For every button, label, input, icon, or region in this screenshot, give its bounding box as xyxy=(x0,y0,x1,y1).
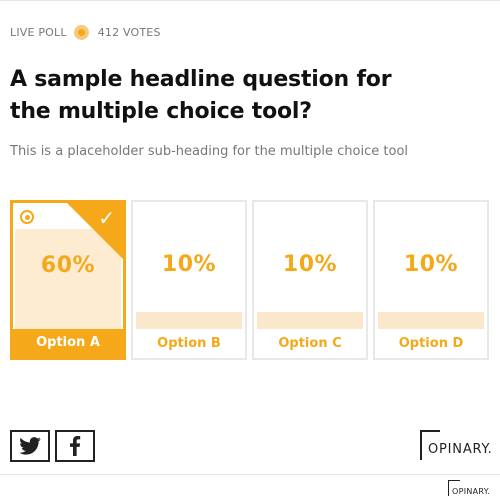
poll-options: ✓ 60% Option A 10% Option B 10% Option C… xyxy=(10,200,490,360)
footer-divider xyxy=(0,474,500,475)
option-card-b[interactable]: 10% Option B xyxy=(131,200,247,360)
result-bar xyxy=(136,312,242,329)
facebook-icon xyxy=(70,436,81,456)
option-label: Option A xyxy=(13,329,123,357)
option-label: Option B xyxy=(157,336,221,351)
logo-text: OPINARY. xyxy=(428,442,493,457)
option-label: Option C xyxy=(278,336,342,351)
twitter-share-button[interactable] xyxy=(10,430,50,462)
poll-status: LIVE POLL 412 VOTES xyxy=(10,24,161,40)
live-indicator-icon xyxy=(73,24,89,40)
result-bar xyxy=(378,312,484,329)
checkmark-icon: ✓ xyxy=(98,206,115,230)
option-percent: 10% xyxy=(282,252,338,277)
footer-logo-text: OPINARY. xyxy=(452,487,491,496)
option-label: Option D xyxy=(398,336,464,351)
option-percent: 10% xyxy=(403,252,459,277)
live-poll-label: LIVE POLL xyxy=(10,25,67,39)
option-percent: 10% xyxy=(161,252,217,277)
opinary-logo: OPINARY. xyxy=(420,430,492,462)
poll-subheading: This is a placeholder sub-heading for th… xyxy=(10,144,409,159)
option-card-c[interactable]: 10% Option C xyxy=(252,200,368,360)
top-divider xyxy=(0,0,500,1)
option-percent: 60% xyxy=(40,253,96,278)
twitter-icon xyxy=(19,437,41,455)
option-card-d[interactable]: 10% Option D xyxy=(373,200,489,360)
radio-selected-icon xyxy=(20,210,34,224)
option-card-a[interactable]: ✓ 60% Option A xyxy=(10,200,126,360)
result-bar xyxy=(257,312,363,329)
footer-opinary-logo[interactable]: OPINARY. xyxy=(448,480,492,498)
poll-question: A sample headline question for the multi… xyxy=(10,67,392,124)
vote-count: 412 VOTES xyxy=(97,25,161,39)
facebook-share-button[interactable] xyxy=(55,430,95,462)
